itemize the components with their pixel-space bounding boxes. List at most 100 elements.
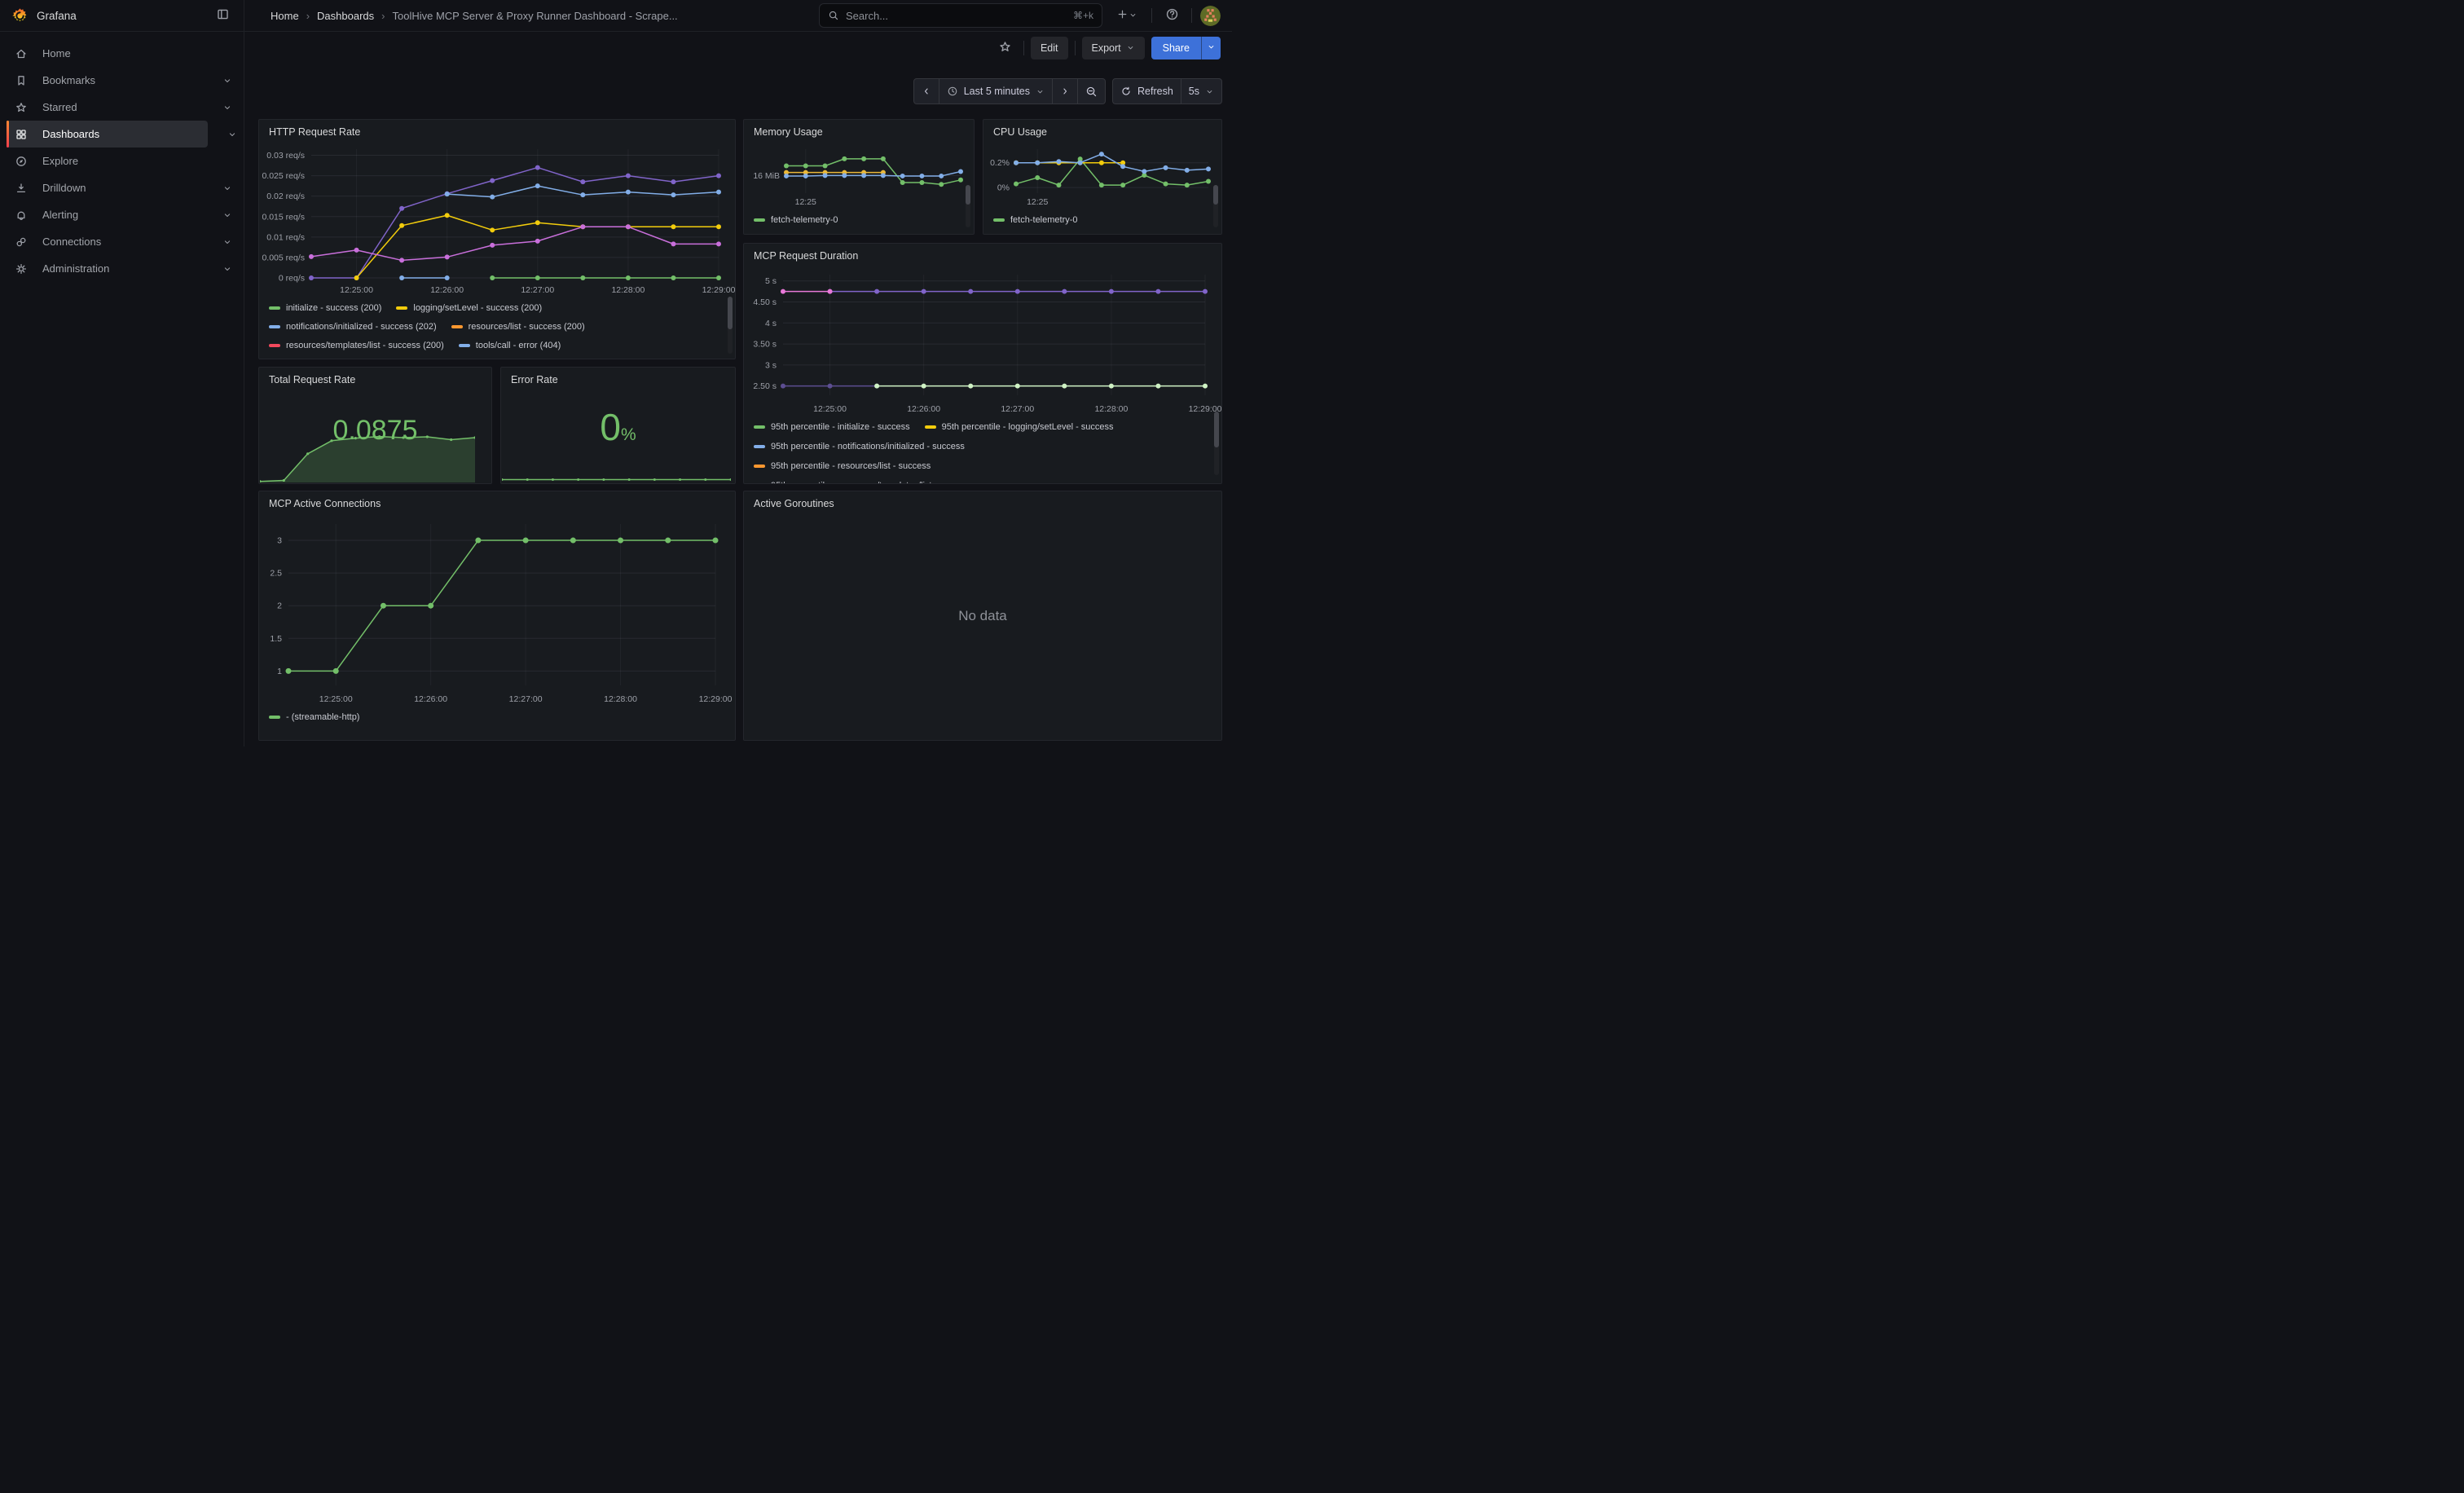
svg-text:12:25:00: 12:25:00 [813,404,847,414]
sidebar-item-drilldown[interactable]: Drilldown [7,174,237,201]
share-button[interactable]: Share [1151,37,1201,59]
search-input[interactable] [846,10,1067,22]
sidebar: HomeBookmarks Starred DashboardsExploreDri… [0,32,244,746]
legend-item[interactable]: fetch-telemetry-0 [993,215,1078,225]
scrollbar-thumb[interactable] [728,297,733,329]
chevron-down-icon[interactable] [222,103,232,112]
legend-scrollbar[interactable] [1213,185,1218,227]
sidebar-item-explore[interactable]: Explore [7,148,237,174]
legend-item[interactable]: 95th percentile - resources/templates/li… [754,481,972,483]
error-rate-sparkline[interactable] [502,469,731,482]
sidebar-item-label: Starred [42,101,77,113]
legend-item[interactable]: 95th percentile - initialize - success [754,422,910,432]
refresh-interval-picker[interactable]: 5s [1181,79,1221,103]
panel-error-rate: Error Rate 0% [500,367,736,484]
chevron-down-icon[interactable] [227,130,237,139]
cpu-legend: fetch-telemetry-0 [983,209,1221,234]
legend-item[interactable]: 95th percentile - resources/list - succe… [754,461,931,471]
dock-sidebar-button[interactable] [211,4,234,27]
scrollbar-thumb[interactable] [966,185,970,205]
star-icon [15,101,28,114]
legend-item[interactable]: resources/list - success (200) [451,322,585,332]
panel-title[interactable]: HTTP Request Rate [259,120,735,141]
svg-text:3: 3 [277,536,282,546]
breadcrumb-dashboards[interactable]: Dashboards [317,10,374,22]
http-request-rate-chart[interactable]: 0 req/s0.005 req/s0.01 req/s0.015 req/s0… [259,141,735,297]
legend-item[interactable]: fetch-telemetry-0 [754,215,838,225]
scrollbar-thumb[interactable] [1213,185,1218,205]
sidebar-item-bookmarks[interactable]: Bookmarks [7,67,237,94]
panel-title[interactable]: CPU Usage [983,120,1221,141]
legend-item[interactable]: notifications/initialized - success (202… [269,322,437,332]
share-menu-button[interactable] [1201,37,1221,59]
legend-swatch-icon [269,325,280,328]
legend-item[interactable]: 95th percentile - notifications/initiali… [754,442,965,451]
panel-title[interactable]: MCP Request Duration [744,244,1221,265]
svg-text:12:26:00: 12:26:00 [907,404,940,414]
edit-button[interactable]: Edit [1031,37,1068,59]
time-forward-button[interactable] [1052,79,1077,103]
svg-text:12:28:00: 12:28:00 [604,694,637,704]
sidebar-item-starred[interactable]: Starred [7,94,237,121]
chevron-down-icon[interactable] [222,264,232,274]
svg-text:16 MiB: 16 MiB [753,171,780,181]
legend-scrollbar[interactable] [728,297,733,354]
sidebar-item-dashboards[interactable]: Dashboards [7,121,208,148]
legend-scrollbar[interactable] [1214,412,1219,475]
panel-mcp-request-duration: MCP Request Duration 2.50 s3 s3.50 s4 s4… [743,243,1222,484]
legend-swatch-icon [269,344,280,347]
chevron-right-icon [1060,86,1070,96]
chevron-down-icon[interactable] [222,76,232,86]
panel-title[interactable]: MCP Active Connections [259,491,735,513]
star-dashboard-button[interactable] [994,37,1017,59]
total-request-rate-value: 0.0875 [259,415,491,447]
legend-item[interactable]: resources/templates/list - success (200) [269,341,444,350]
search-icon [828,10,839,21]
svg-text:0.025 req/s: 0.025 req/s [262,171,305,181]
panel-title[interactable]: Total Request Rate [259,368,491,389]
main-content: Edit Export Share [244,32,1232,746]
export-button[interactable]: Export [1082,37,1145,59]
panel-memory-usage: Memory Usage 16 MiB12:25 fetch-telemetry… [743,119,975,235]
chevron-down-icon[interactable] [222,183,232,193]
legend-item[interactable]: logging/setLevel - success (200) [396,303,542,313]
divider [1075,41,1076,55]
new-menu-button[interactable] [1111,4,1143,27]
mcp-request-duration-chart[interactable]: 2.50 s3 s3.50 s4 s4.50 s5 s12:25:0012:26… [744,265,1221,416]
scrollbar-thumb[interactable] [1214,412,1219,447]
cpu-usage-chart[interactable]: 0.2%0%12:25 [983,141,1221,209]
refresh-button[interactable]: Refresh [1113,79,1181,103]
sidebar-item-alerting[interactable]: Alerting [7,201,237,228]
svg-text:12:25:00: 12:25:00 [340,285,373,295]
svg-text:12:28:00: 12:28:00 [1094,404,1128,414]
bookmark-icon [15,74,28,87]
dock-sidebar-icon [216,7,230,24]
mcp-active-connections-chart[interactable]: 11.522.5312:25:0012:26:0012:27:0012:28:0… [259,513,735,707]
panel-title[interactable]: Active Goroutines [744,491,1221,513]
svg-text:2.5: 2.5 [270,569,282,579]
chevron-down-icon[interactable] [222,210,232,220]
legend-item[interactable]: tools/call - error (404) [459,341,561,350]
chevron-down-icon[interactable] [222,237,232,247]
sidebar-item-administration[interactable]: Administration [7,255,237,282]
legend-item[interactable]: - (streamable-http) [269,712,359,722]
sidebar-item-connections[interactable]: Connections [7,228,237,255]
bell-icon [15,209,28,222]
legend-scrollbar[interactable] [966,185,970,227]
brand[interactable]: Grafana [11,7,77,24]
top-nav-bar: Grafana Home › Dashboards › ToolHive MCP… [0,0,1232,32]
time-range-picker[interactable]: Last 5 minutes [939,79,1052,103]
panel-title[interactable]: Memory Usage [744,120,974,141]
search-box[interactable]: ⌘+k [819,3,1102,28]
legend-item[interactable]: initialize - success (200) [269,303,381,313]
zoom-out-button[interactable] [1077,79,1105,103]
time-back-button[interactable] [914,79,939,103]
breadcrumb-home[interactable]: Home [271,10,299,22]
help-button[interactable] [1160,4,1183,27]
panel-title[interactable]: Error Rate [501,368,735,389]
svg-text:0 req/s: 0 req/s [279,274,305,284]
legend-item[interactable]: 95th percentile - logging/setLevel - suc… [925,422,1114,432]
avatar[interactable] [1200,6,1221,26]
memory-usage-chart[interactable]: 16 MiB12:25 [744,141,974,209]
sidebar-item-home[interactable]: Home [7,40,237,67]
